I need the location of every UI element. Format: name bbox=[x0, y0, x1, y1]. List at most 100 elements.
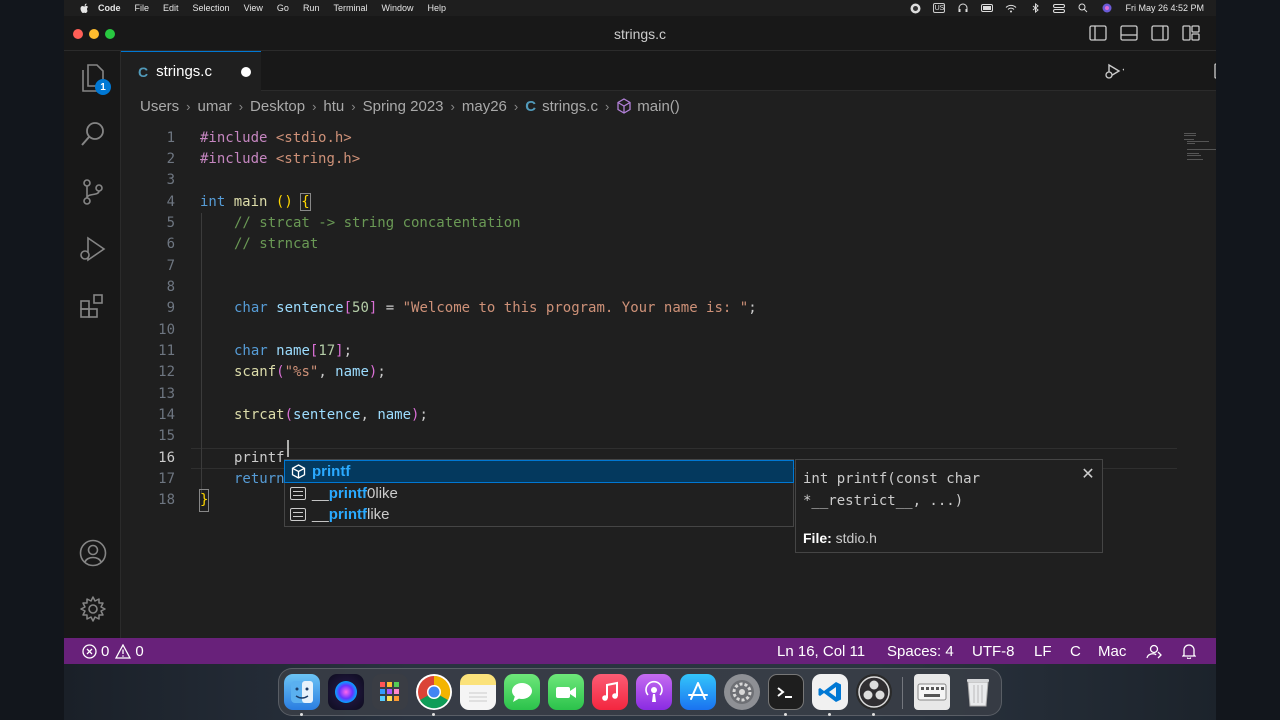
tab-strings-c[interactable]: C strings.c bbox=[121, 51, 261, 91]
obs-tray-icon[interactable] bbox=[909, 3, 921, 13]
token: ; bbox=[377, 364, 386, 380]
control-center-icon[interactable] bbox=[1053, 3, 1066, 13]
terminal-icon[interactable] bbox=[768, 674, 804, 710]
battery-icon[interactable] bbox=[981, 3, 994, 13]
line-number: 18 bbox=[158, 492, 175, 508]
system-settings-icon[interactable] bbox=[724, 674, 760, 710]
finder-icon[interactable] bbox=[284, 674, 320, 710]
suggestion-item[interactable]: __printflike bbox=[285, 504, 793, 525]
menu-selection[interactable]: Selection bbox=[193, 3, 230, 13]
run-debug-dropdown-icon[interactable] bbox=[1104, 62, 1124, 80]
line-number: 3 bbox=[166, 172, 175, 188]
menu-code[interactable]: Code bbox=[98, 3, 121, 13]
facetime-icon[interactable] bbox=[548, 674, 584, 710]
notifications-bell-icon[interactable] bbox=[1182, 638, 1196, 664]
menu-file[interactable]: File bbox=[135, 3, 150, 13]
podcasts-icon[interactable] bbox=[636, 674, 672, 710]
run-and-debug-icon[interactable] bbox=[78, 234, 108, 264]
music-icon[interactable] bbox=[592, 674, 628, 710]
chevron-right-icon: › bbox=[604, 98, 610, 114]
keyboard-input-indicator[interactable]: US bbox=[933, 3, 946, 13]
breadcrumb-htu[interactable]: htu bbox=[323, 98, 344, 115]
cursor-position[interactable]: Ln 16, Col 11 bbox=[777, 638, 865, 664]
suggestion-item[interactable]: __printf0like bbox=[285, 483, 793, 504]
line-number: 6 bbox=[166, 236, 175, 252]
customize-layout-icon[interactable] bbox=[1182, 25, 1200, 41]
menu-go[interactable]: Go bbox=[277, 3, 289, 13]
indentation[interactable]: Spaces: 4 bbox=[887, 638, 954, 664]
app-store-icon[interactable] bbox=[680, 674, 716, 710]
token: #include bbox=[200, 130, 268, 146]
suggestion-match: printf bbox=[328, 506, 368, 523]
token: = bbox=[377, 300, 403, 316]
toggle-secondary-sidebar-icon[interactable] bbox=[1151, 25, 1169, 41]
menu-terminal[interactable]: Terminal bbox=[333, 3, 367, 13]
launchpad-icon[interactable] bbox=[372, 674, 408, 710]
chevron-right-icon: › bbox=[351, 98, 356, 114]
code-line: 9 char sentence[50] = "Welcome to this p… bbox=[121, 298, 1161, 319]
breadcrumb-symbol[interactable]: main() bbox=[637, 98, 680, 115]
bluetooth-icon[interactable] bbox=[1029, 3, 1041, 13]
breadcrumb-file[interactable]: strings.c bbox=[542, 98, 598, 115]
split-editor-icon[interactable] bbox=[1213, 62, 1216, 80]
apple-icon[interactable] bbox=[78, 1, 92, 15]
language-mode[interactable]: C bbox=[1070, 638, 1081, 664]
menu-run[interactable]: Run bbox=[303, 3, 320, 13]
notes-icon[interactable] bbox=[460, 674, 496, 710]
suggestion-match: printf bbox=[312, 463, 351, 480]
menu-view[interactable]: View bbox=[244, 3, 263, 13]
spotlight-icon[interactable] bbox=[1077, 3, 1089, 13]
trash-icon[interactable] bbox=[960, 674, 996, 710]
toggle-panel-icon[interactable] bbox=[1120, 25, 1138, 41]
chrome-icon[interactable] bbox=[416, 674, 452, 710]
close-icon[interactable]: ✕ bbox=[1080, 467, 1096, 483]
source-control-icon[interactable] bbox=[78, 177, 108, 207]
menu-help[interactable]: Help bbox=[427, 3, 446, 13]
code-editor[interactable]: 1 #include <stdio.h> 2 #include <string.… bbox=[121, 126, 1216, 638]
unsaved-dot-icon[interactable] bbox=[241, 67, 251, 77]
code-line: 6 // strncat bbox=[121, 234, 1161, 255]
token: ( bbox=[284, 407, 294, 423]
problems-indicator[interactable]: 0 0 bbox=[82, 638, 144, 664]
code-line: 2 #include <string.h> bbox=[121, 149, 1161, 170]
manage-gear-icon[interactable] bbox=[78, 594, 108, 624]
explorer-badge: 1 bbox=[95, 79, 111, 95]
chevron-right-icon: › bbox=[186, 98, 191, 114]
explorer-icon[interactable]: 1 bbox=[78, 63, 111, 95]
token: () bbox=[275, 194, 293, 210]
extensions-icon[interactable] bbox=[78, 291, 108, 321]
keyboard-viewer-icon[interactable] bbox=[914, 674, 950, 710]
end-of-line[interactable]: LF bbox=[1034, 638, 1052, 664]
suggestion-item[interactable]: printf bbox=[284, 460, 794, 483]
headphones-icon[interactable] bbox=[957, 3, 969, 13]
feedback-icon[interactable] bbox=[1146, 638, 1162, 664]
menubar-clock[interactable]: Fri May 26 4:52 PM bbox=[1125, 3, 1204, 13]
accounts-icon[interactable] bbox=[78, 538, 108, 568]
breadcrumb-may26[interactable]: may26 bbox=[462, 98, 507, 115]
vscode-icon[interactable] bbox=[812, 674, 848, 710]
token: main bbox=[233, 194, 268, 210]
encoding[interactable]: UTF-8 bbox=[972, 638, 1015, 664]
chevron-right-icon: › bbox=[312, 98, 317, 114]
search-icon[interactable] bbox=[78, 119, 108, 149]
token: 17 bbox=[318, 343, 336, 359]
obs-icon[interactable] bbox=[856, 674, 892, 710]
platform-config[interactable]: Mac bbox=[1098, 638, 1126, 664]
code-line: 12 scanf("%s", name); bbox=[121, 362, 1161, 383]
menu-window[interactable]: Window bbox=[381, 3, 413, 13]
breadcrumb-users[interactable]: Users bbox=[140, 98, 179, 115]
toggle-primary-sidebar-icon[interactable] bbox=[1089, 25, 1107, 41]
minimap[interactable] bbox=[1184, 133, 1216, 163]
menu-edit[interactable]: Edit bbox=[163, 3, 179, 13]
wifi-icon[interactable] bbox=[1005, 3, 1017, 13]
siri-icon[interactable] bbox=[328, 674, 364, 710]
chevron-right-icon: › bbox=[513, 98, 519, 114]
suggestion-prefix: __ bbox=[312, 485, 329, 502]
text-keyword-icon bbox=[290, 487, 306, 501]
siri-icon[interactable] bbox=[1101, 3, 1113, 13]
breadcrumb-umar[interactable]: umar bbox=[198, 98, 232, 115]
breadcrumb-desktop[interactable]: Desktop bbox=[250, 98, 305, 115]
breadcrumb-spring-2023[interactable]: Spring 2023 bbox=[363, 98, 444, 115]
details-file-label: File: bbox=[803, 530, 832, 546]
messages-icon[interactable] bbox=[504, 674, 540, 710]
